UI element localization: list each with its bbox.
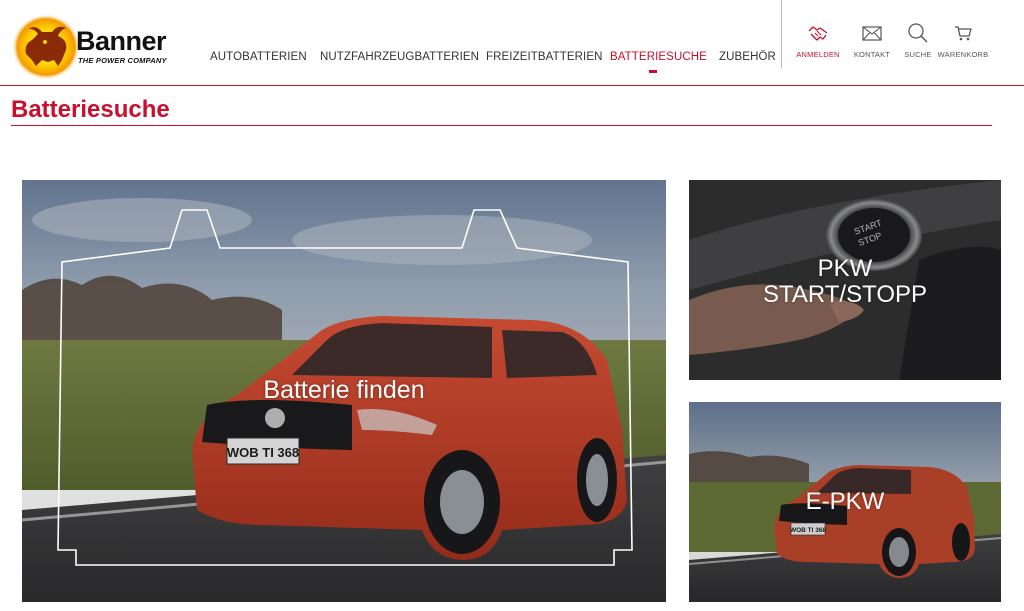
nav-autobatterien[interactable]: AUTOBATTERIEN: [210, 51, 307, 63]
banner-logo[interactable]: Banner THE POWER COMPANY: [12, 14, 172, 80]
active-nav-indicator: [649, 70, 657, 73]
nav-zubehoer[interactable]: ZUBEHÖR: [719, 51, 776, 63]
site-header: Banner THE POWER COMPANY AUTOBATTERIEN N…: [0, 0, 1024, 86]
e-pkw-tile[interactable]: WOB TI 368 E-PKW: [689, 402, 1001, 602]
bull-logo-icon: [12, 14, 80, 80]
title-underline: [11, 125, 992, 126]
cart-label: WARENKORB: [937, 50, 989, 59]
pkw-label-line2: START/STOPP: [762, 281, 928, 308]
brand-name: Banner: [76, 26, 167, 56]
battery-finder-label: Batterie finden: [263, 376, 425, 404]
brand-tagline: THE POWER COMPANY: [78, 56, 167, 65]
pkw-start-stopp-tile[interactable]: START STOP PKW START/STOPP: [689, 180, 1001, 380]
cart-button[interactable]: WARENKORB: [928, 22, 998, 59]
handshake-icon: [808, 26, 828, 41]
e-pkw-label: E-PKW: [805, 488, 885, 515]
header-divider: [781, 0, 782, 68]
cart-icon: [955, 26, 972, 41]
nav-batteriesuche[interactable]: BATTERIESUCHE: [610, 51, 707, 63]
page-title: Batteriesuche: [11, 96, 170, 123]
pkw-label-line1: PKW: [817, 255, 873, 282]
pkw-start-stopp-label: PKW START/STOPP: [689, 256, 1001, 308]
battery-finder-tile[interactable]: WOB TI 368 Batterie finden: [22, 180, 666, 602]
search-icon: [908, 23, 928, 43]
envelope-icon: [862, 26, 882, 41]
nav-nutzfahrzeugbatterien[interactable]: NUTZFAHRZEUGBATTERIEN: [320, 51, 479, 63]
nav-freizeitbatterien[interactable]: FREIZEITBATTERIEN: [486, 51, 603, 63]
